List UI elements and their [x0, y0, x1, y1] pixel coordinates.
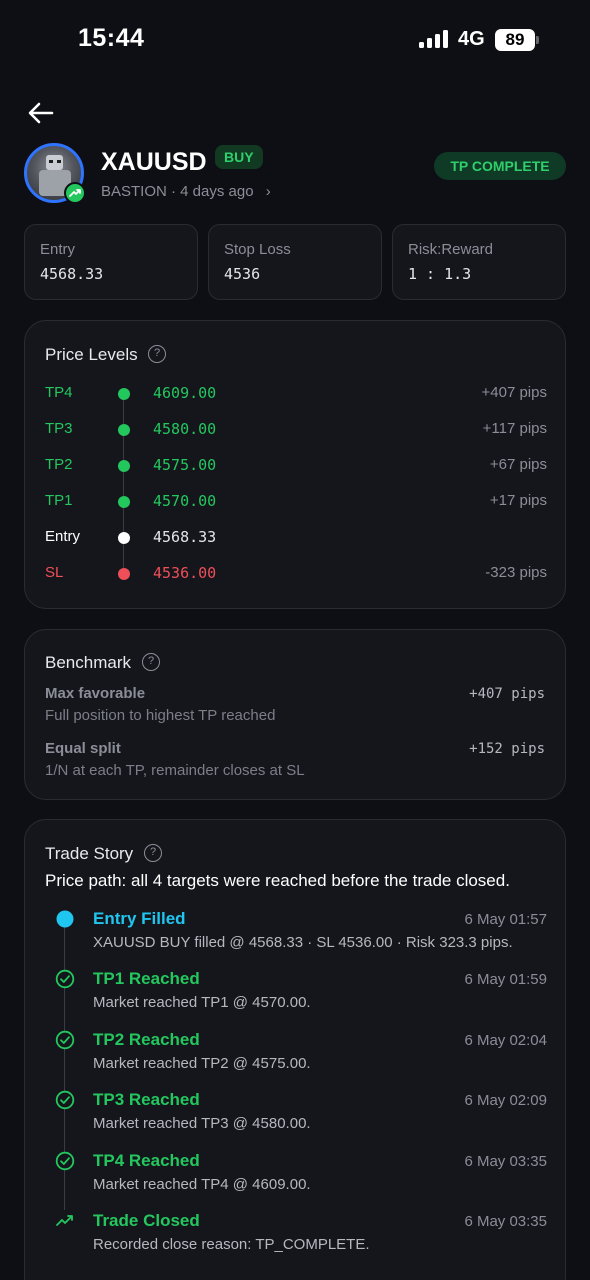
price-level-row: Entry 4568.33 [25, 520, 567, 556]
direction-badge: BUY [215, 145, 263, 169]
level-price: 4570.00 [153, 492, 217, 510]
level-name: TP3 [45, 420, 73, 437]
price-level-row: TP1 4570.00 +17 pips [25, 484, 567, 520]
stat-value: 4536 [224, 265, 261, 283]
price-level-row: SL 4536.00 -323 pips [25, 556, 567, 592]
status-time: 15:44 [78, 24, 145, 52]
event-time: 6 May 02:09 [464, 1092, 547, 1110]
timeline-event: TP3 Reached 6 May 02:09 Market reached TP3… [25, 1090, 567, 1150]
event-description: Recorded close reason: TP_COMPLETE. [93, 1236, 370, 1253]
benchmark-label: Equal split [45, 740, 121, 757]
level-price: 4580.00 [153, 420, 217, 438]
benchmark-label: Max favorable [45, 685, 146, 702]
help-icon[interactable]: ? [148, 345, 166, 363]
benchmark-description: Full position to highest TP reached [45, 707, 276, 724]
trade-story-title: Trade Story [45, 844, 134, 863]
level-dot-icon [118, 460, 130, 472]
event-description: XAUUSD BUY filled @ 4568.33 · SL 4536.00… [93, 934, 513, 951]
symbol-title: XAUUSD [101, 148, 207, 176]
check-circle-icon [55, 1151, 75, 1171]
level-name: TP4 [45, 384, 73, 401]
stat-value: 1 : 1.3 [408, 265, 472, 283]
trend-up-badge-icon [64, 182, 86, 204]
help-icon[interactable]: ? [142, 653, 160, 671]
check-circle-icon [55, 1030, 75, 1050]
event-description: Market reached TP4 @ 4609.00. [93, 1175, 311, 1193]
avatar[interactable] [24, 143, 86, 204]
level-pips: +117 pips [482, 420, 547, 437]
level-pips: +407 pips [481, 384, 547, 401]
event-description: Market reached TP3 @ 4580.00. [93, 1115, 311, 1133]
price-level-row: TP4 4609.00 +407 pips [25, 376, 567, 412]
back-arrow-icon[interactable] [26, 98, 56, 128]
event-title: TP2 Reached [93, 1029, 200, 1049]
battery-icon: 89 [495, 29, 535, 51]
check-circle-icon [55, 969, 75, 989]
event-title: Trade Closed [93, 1211, 200, 1230]
timeline-event: Entry Filled 6 May 01:57 XAUUSD BUY filled… [25, 909, 567, 969]
stat-label: Entry [40, 241, 76, 258]
entry-stat-card: Entry 4568.33 [24, 224, 198, 300]
level-price: 4536.00 [153, 564, 217, 582]
network-type: 4G [458, 28, 485, 50]
check-circle-icon [55, 1090, 75, 1110]
status-badge: TP COMPLETE [434, 152, 566, 180]
event-description: Market reached TP1 @ 4570.00. [93, 994, 311, 1012]
risk-reward-stat-card: Risk:Reward 1 : 1.3 [392, 224, 566, 300]
stat-value: 4568.33 [40, 265, 104, 283]
trend-up-icon [55, 1211, 75, 1231]
level-pips: +17 pips [489, 492, 547, 509]
benchmark-value: +407 pips [469, 686, 545, 702]
timeline-event: TP1 Reached 6 May 01:59 Market reached TP1… [25, 969, 567, 1029]
price-levels-card: Price Levels ? TP4 4609.00 +407 pips TP3 458… [24, 320, 566, 609]
timeline-event: TP2 Reached 6 May 02:04 Market reached TP2… [25, 1030, 567, 1090]
event-time: 6 May 03:35 [464, 1213, 547, 1230]
level-price: 4609.00 [153, 384, 217, 402]
stop-loss-stat-card: Stop Loss 4536 [208, 224, 382, 300]
event-time: 6 May 03:35 [464, 1152, 547, 1170]
benchmark-description: 1/N at each TP, remainder closes at SL [45, 762, 305, 779]
level-pips: -323 pips [485, 564, 547, 581]
level-name: TP2 [45, 456, 73, 473]
price-level-row: TP3 4580.00 +117 pips [25, 412, 567, 448]
timeline-event: Trade Closed 6 May 03:35 Recorded close re… [25, 1211, 567, 1271]
event-title: TP4 Reached [93, 1150, 200, 1170]
price-levels-title: Price Levels [45, 345, 138, 364]
level-dot-icon [118, 388, 130, 400]
level-price: 4568.33 [153, 528, 217, 546]
level-pips: +67 pips [489, 456, 547, 473]
level-price: 4575.00 [153, 456, 217, 474]
battery-tip [536, 36, 539, 44]
level-dot-icon [118, 424, 130, 436]
event-time: 6 May 01:57 [464, 911, 547, 928]
timeline-event: TP4 Reached 6 May 03:35 Market reached TP4… [25, 1151, 567, 1211]
event-description: Market reached TP2 @ 4575.00. [93, 1054, 311, 1072]
stat-label: Risk:Reward [408, 241, 494, 258]
level-name: Entry [45, 528, 81, 545]
event-time: 6 May 02:04 [464, 1031, 547, 1049]
event-title: TP1 Reached [93, 969, 200, 989]
benchmark-title: Benchmark [45, 653, 131, 672]
signal-icon [419, 30, 449, 48]
level-dot-icon [118, 532, 130, 544]
level-dot-icon [118, 568, 130, 580]
help-icon[interactable]: ? [144, 844, 162, 862]
benchmark-value: +152 pips [469, 741, 545, 757]
event-title: Entry Filled [93, 909, 186, 928]
level-name: SL [45, 564, 64, 581]
event-title: TP3 Reached [93, 1090, 200, 1110]
price-level-row: TP2 4575.00 +67 pips [25, 448, 567, 484]
chevron-right-icon: › [265, 183, 271, 200]
filled-dot-icon [55, 909, 75, 929]
level-name: TP1 [45, 492, 73, 509]
story-summary: Price path: all 4 targets were reached b… [45, 871, 510, 890]
status-bar: 15:44 4G 89 [0, 0, 590, 80]
trade-story-card: Trade Story ? Price path: all 4 targets … [24, 819, 566, 1280]
event-time: 6 May 01:59 [464, 971, 547, 989]
provider-subline: BASTION · 4 days ago [101, 183, 254, 200]
stat-label: Stop Loss [224, 241, 291, 258]
benchmark-card: Benchmark ? Max favorable Full position … [24, 629, 566, 800]
provider-link[interactable]: BASTION · 4 days ago › [101, 183, 271, 200]
level-dot-icon [118, 496, 130, 508]
